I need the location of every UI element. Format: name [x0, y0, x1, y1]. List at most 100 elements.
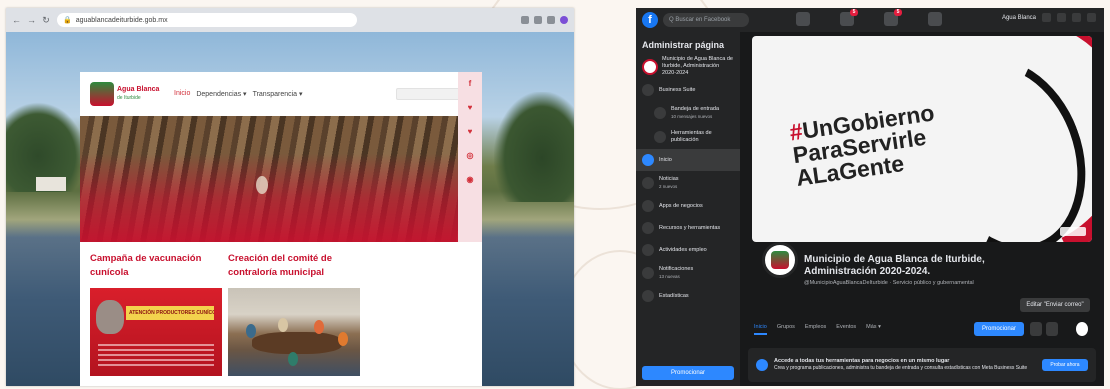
site-logo[interactable]: Agua Blanca de Iturbide — [90, 80, 164, 108]
page-viewport: Agua Blanca de Iturbide Inicio Dependenc… — [6, 32, 574, 386]
user-label[interactable]: Agua Blanca — [1002, 15, 1036, 21]
address-bar[interactable]: 🔒 aguablancadeiturbide.gob.mx — [57, 13, 357, 27]
edit-send-email-button[interactable]: Editar "Enviar correo" — [1020, 298, 1090, 312]
edit-cover-button[interactable] — [1060, 227, 1086, 236]
rabbit-image — [96, 300, 124, 334]
menu-transparencia[interactable]: Transparencia ▾ — [253, 90, 303, 98]
forward-icon[interactable]: → — [27, 15, 36, 25]
menu-dependencias[interactable]: Dependencias ▾ — [196, 90, 246, 98]
page-tabs: Inicio Grupos Empleos Eventos Más ▾ — [754, 324, 881, 335]
meeting-table — [252, 332, 342, 354]
try-now-button[interactable]: Probar ahora — [1042, 359, 1088, 371]
news-post[interactable]: Campaña de vacunación cunícola ATENCIÓN … — [90, 252, 222, 376]
sidebar-item-business-suite[interactable]: Business Suite — [636, 79, 740, 101]
page-subtitle: @MunicipioAguaBlancaDeIturbide · Servici… — [804, 280, 974, 286]
extension-icon[interactable] — [521, 16, 529, 24]
sidebar-item-stats[interactable]: Estadísticas — [636, 285, 740, 307]
page-avatar[interactable] — [1076, 322, 1088, 336]
logo-name: Agua Blanca — [117, 86, 160, 93]
promote-page-button[interactable]: Promocionar — [974, 322, 1024, 336]
notification-badge: 5 — [850, 9, 858, 16]
messenger-icon[interactable] — [1057, 13, 1066, 22]
sidebar-item-notifications[interactable]: Notificaciones 13 nuevas — [636, 261, 740, 285]
notification-badge: 5 — [894, 9, 902, 16]
lock-icon: 🔒 — [63, 17, 72, 24]
more-options-icon[interactable] — [1046, 322, 1058, 336]
business-suite-icon — [756, 359, 768, 371]
facebook-topbar: f Q Buscar en Facebook 5 5 Agua Blanca — [636, 8, 1104, 32]
sidebar-item-resources[interactable]: Recursos y herramientas — [636, 217, 740, 239]
marketplace-icon[interactable] — [928, 12, 942, 26]
instagram-icon[interactable]: ◎ — [467, 144, 474, 168]
sidebar-item-services[interactable]: Actividades empleo — [636, 239, 740, 261]
tab-more[interactable]: Más ▾ — [866, 324, 881, 335]
logo-subtitle: de Iturbide — [117, 95, 141, 101]
menu-home[interactable]: Inicio — [174, 90, 190, 98]
url-text: aguablancadeiturbide.gob.mx — [75, 16, 168, 24]
extension-icon[interactable] — [534, 16, 542, 24]
sidebar-page-name: Municipio de Agua Blanca de Iturbide, Ad… — [662, 56, 733, 76]
post-title[interactable]: Creación del comité de contraloría munic… — [228, 252, 360, 280]
flag-icon[interactable]: 5 — [840, 9, 858, 26]
stats-icon — [642, 290, 654, 302]
resources-icon — [642, 222, 654, 234]
tab-jobs[interactable]: Empleos — [805, 324, 826, 335]
facebook-search-input[interactable]: Q Buscar en Facebook — [663, 13, 749, 27]
sidebar-item-inbox[interactable]: Bandeja de entrada 10 mensajes nuevos — [636, 101, 740, 125]
manage-page-sidebar: Administrar página Municipio de Agua Bla… — [636, 32, 740, 386]
page-main: #UnGobierno ParaServirle ALaGente Munici… — [740, 32, 1104, 386]
facebook-screenshot: f Q Buscar en Facebook 5 5 Agua Blanca A… — [636, 8, 1104, 386]
extension-icon[interactable] — [547, 16, 555, 24]
promote-button[interactable]: Promocionar — [642, 366, 734, 380]
post-title[interactable]: Campaña de vacunación cunícola — [90, 252, 222, 280]
page-title: Municipio de Agua Blanca de Iturbide, Ad… — [804, 254, 985, 277]
back-icon[interactable]: ← — [12, 15, 21, 25]
facebook-logo-icon[interactable]: f — [642, 12, 658, 28]
reload-icon[interactable]: ↻ — [42, 15, 50, 26]
sidebar-page-switcher[interactable]: Municipio de Agua Blanca de Iturbide, Ad… — [636, 54, 740, 79]
site-menu: Inicio Dependencias ▾ Transparencia ▾ — [174, 90, 303, 98]
post-thumbnail[interactable]: ATENCIÓN PRODUCTORES CUNÍCOLAS — [90, 288, 222, 376]
inbox-icon — [654, 107, 666, 119]
account-caret-icon[interactable] — [1087, 13, 1096, 22]
facebook-icon[interactable]: f — [469, 72, 472, 96]
sidebar-item-publishing-tools[interactable]: Herramientas de publicación — [636, 125, 740, 149]
profile-picture[interactable] — [762, 242, 798, 278]
sidebar-item-apps[interactable]: Apps de negocios — [636, 195, 740, 217]
sidebar-item-notices[interactable]: Noticias 2 nuevos — [636, 171, 740, 195]
cover-photo[interactable]: #UnGobierno ParaServirle ALaGente — [752, 36, 1092, 242]
banner-text: Crea y programa publicaciones, administr… — [774, 365, 1028, 371]
sidebar-title: Administrar página — [642, 40, 725, 50]
account-controls: Agua Blanca — [1002, 13, 1096, 22]
hero-image — [80, 116, 458, 242]
video-icon[interactable]: 5 — [884, 9, 902, 26]
thumbnail-banner: ATENCIÓN PRODUCTORES CUNÍCOLAS — [126, 306, 214, 320]
home-icon[interactable] — [796, 12, 810, 26]
bell-icon — [642, 267, 654, 279]
house — [36, 177, 66, 191]
emblem-icon — [90, 82, 114, 106]
youtube-icon[interactable]: ◉ — [467, 168, 474, 192]
apps-icon — [642, 200, 654, 212]
business-suite-icon — [642, 84, 654, 96]
browser-extensions — [521, 16, 568, 24]
tree-line — [494, 92, 574, 202]
heart-icon[interactable]: ♥ — [468, 120, 473, 144]
heart-icon[interactable]: ♥ — [468, 96, 473, 120]
news-post[interactable]: Creación del comité de contraloría munic… — [228, 252, 360, 376]
publishing-tools-icon — [654, 131, 666, 143]
profile-avatar[interactable] — [560, 16, 568, 24]
tab-groups[interactable]: Grupos — [777, 324, 795, 335]
menu-grid-icon[interactable] — [1042, 13, 1051, 22]
home-icon — [642, 154, 654, 166]
bell-icon[interactable] — [1072, 13, 1081, 22]
facebook-nav: 5 5 — [796, 9, 942, 26]
banner-title: Accede a todas tus herramientas para neg… — [774, 358, 950, 364]
tab-home[interactable]: Inicio — [754, 324, 767, 335]
tab-events[interactable]: Eventos — [836, 324, 856, 335]
briefcase-icon — [642, 244, 654, 256]
post-thumbnail[interactable] — [228, 288, 360, 376]
sidebar-item-home[interactable]: Inicio — [636, 149, 740, 171]
site-header: Agua Blanca de Iturbide Inicio Dependenc… — [80, 72, 482, 116]
search-icon[interactable] — [1030, 322, 1042, 336]
